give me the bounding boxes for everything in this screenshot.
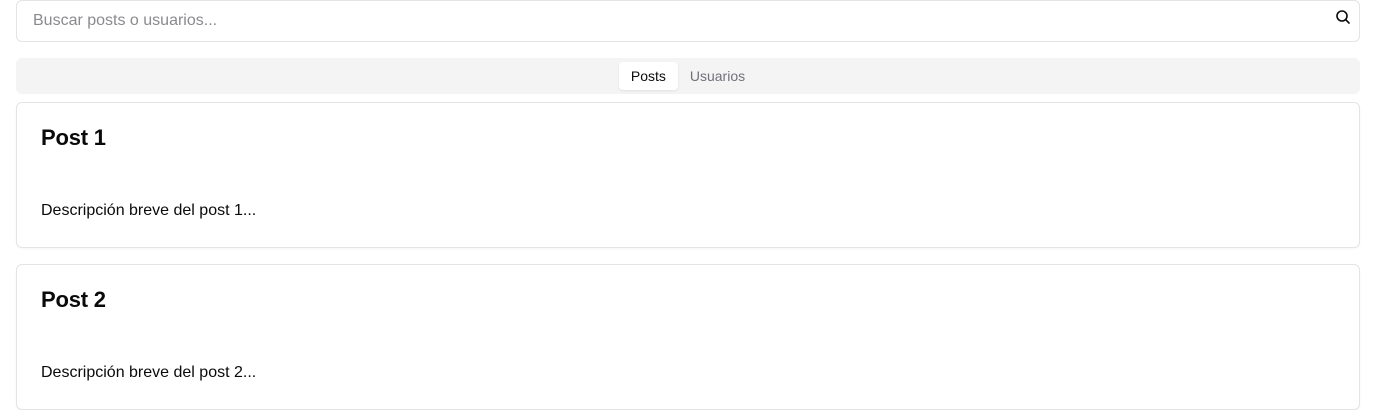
post-card[interactable]: Post 2 Descripción breve del post 2... — [16, 264, 1360, 410]
post-description: Descripción breve del post 2... — [41, 364, 257, 381]
post-card[interactable]: Post 1 Descripción breve del post 1... — [16, 102, 1360, 248]
search-box — [16, 0, 1360, 42]
post-description: Descripción breve del post 1... — [41, 202, 257, 219]
post-title: Post 2 — [41, 287, 106, 312]
tab-posts[interactable]: Posts — [618, 62, 678, 90]
tabs-bar: Posts Usuarios — [16, 58, 1360, 94]
search-input[interactable] — [17, 1, 1359, 41]
tab-usuarios[interactable]: Usuarios — [678, 62, 757, 90]
post-title: Post 1 — [41, 125, 106, 150]
page: Posts Usuarios Post 1 Descripción breve … — [0, 0, 1376, 410]
